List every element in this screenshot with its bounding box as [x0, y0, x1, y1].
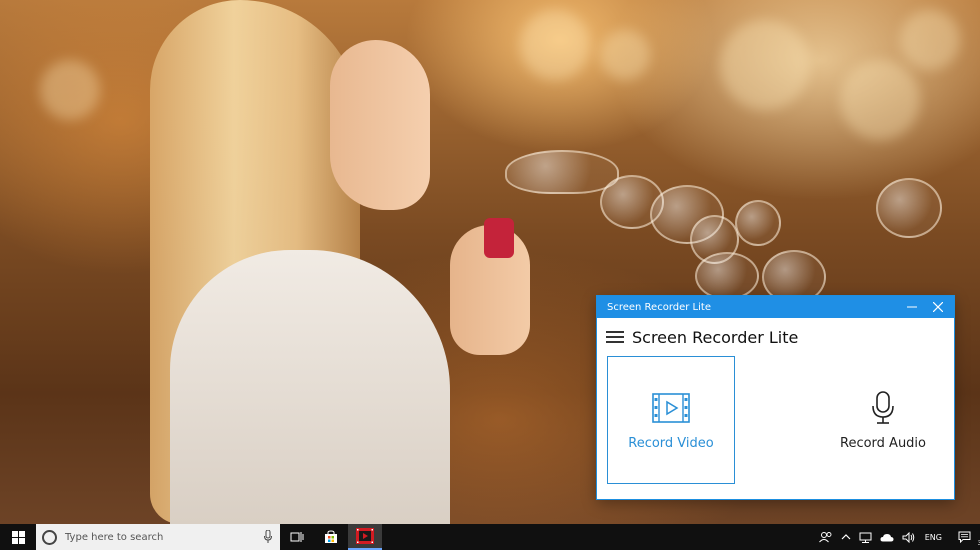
show-hidden-icons-button[interactable]	[837, 524, 855, 550]
people-icon	[818, 532, 832, 543]
app-header: Screen Recorder Lite	[597, 322, 954, 352]
film-icon	[652, 392, 690, 423]
microphone-icon[interactable]	[264, 530, 272, 543]
onedrive-button[interactable]	[876, 524, 898, 550]
record-video-button[interactable]: Record Video	[607, 356, 735, 484]
chevron-up-icon	[841, 534, 851, 540]
network-button[interactable]	[855, 524, 876, 550]
volume-button[interactable]	[898, 524, 919, 550]
record-audio-label: Record Audio	[840, 435, 926, 451]
close-icon	[933, 302, 943, 312]
record-options: Record Video Record Audio	[607, 356, 947, 486]
people-button[interactable]	[815, 524, 837, 550]
record-video-label: Record Video	[628, 435, 714, 451]
record-audio-button[interactable]: Record Audio	[819, 356, 947, 484]
notification-icon	[958, 531, 970, 543]
windows-logo-icon	[11, 530, 25, 544]
start-button[interactable]	[0, 524, 36, 550]
task-view-icon	[290, 532, 304, 542]
window-title: Screen Recorder Lite	[607, 301, 711, 313]
task-view-button[interactable]	[280, 524, 314, 550]
search-placeholder: Type here to search	[65, 531, 164, 543]
taskbar: Type here to search ENG 3	[0, 524, 980, 550]
cortana-icon	[42, 529, 57, 545]
system-tray: ENG 3	[815, 524, 980, 550]
store-icon	[325, 530, 337, 543]
hamburger-menu-icon[interactable]	[606, 331, 624, 343]
minimize-button[interactable]	[898, 296, 926, 318]
microphone-icon	[872, 390, 894, 424]
film-icon	[356, 528, 374, 544]
notification-count: 3	[976, 540, 980, 547]
speaker-icon	[902, 531, 914, 543]
close-button[interactable]	[924, 296, 952, 318]
cloud-icon	[880, 533, 894, 541]
window-titlebar[interactable]: Screen Recorder Lite	[597, 296, 954, 318]
network-icon	[859, 532, 872, 543]
screen-recorder-taskbar-button[interactable]	[348, 524, 382, 550]
action-center-button[interactable]: 3	[948, 524, 980, 550]
store-button[interactable]	[314, 524, 348, 550]
language-indicator[interactable]: ENG	[919, 524, 948, 550]
app-title: Screen Recorder Lite	[632, 327, 799, 347]
screen-recorder-window[interactable]: Screen Recorder Lite Screen Recorder Lit…	[597, 296, 954, 499]
taskbar-search[interactable]: Type here to search	[36, 524, 280, 550]
minimize-icon	[907, 306, 917, 308]
